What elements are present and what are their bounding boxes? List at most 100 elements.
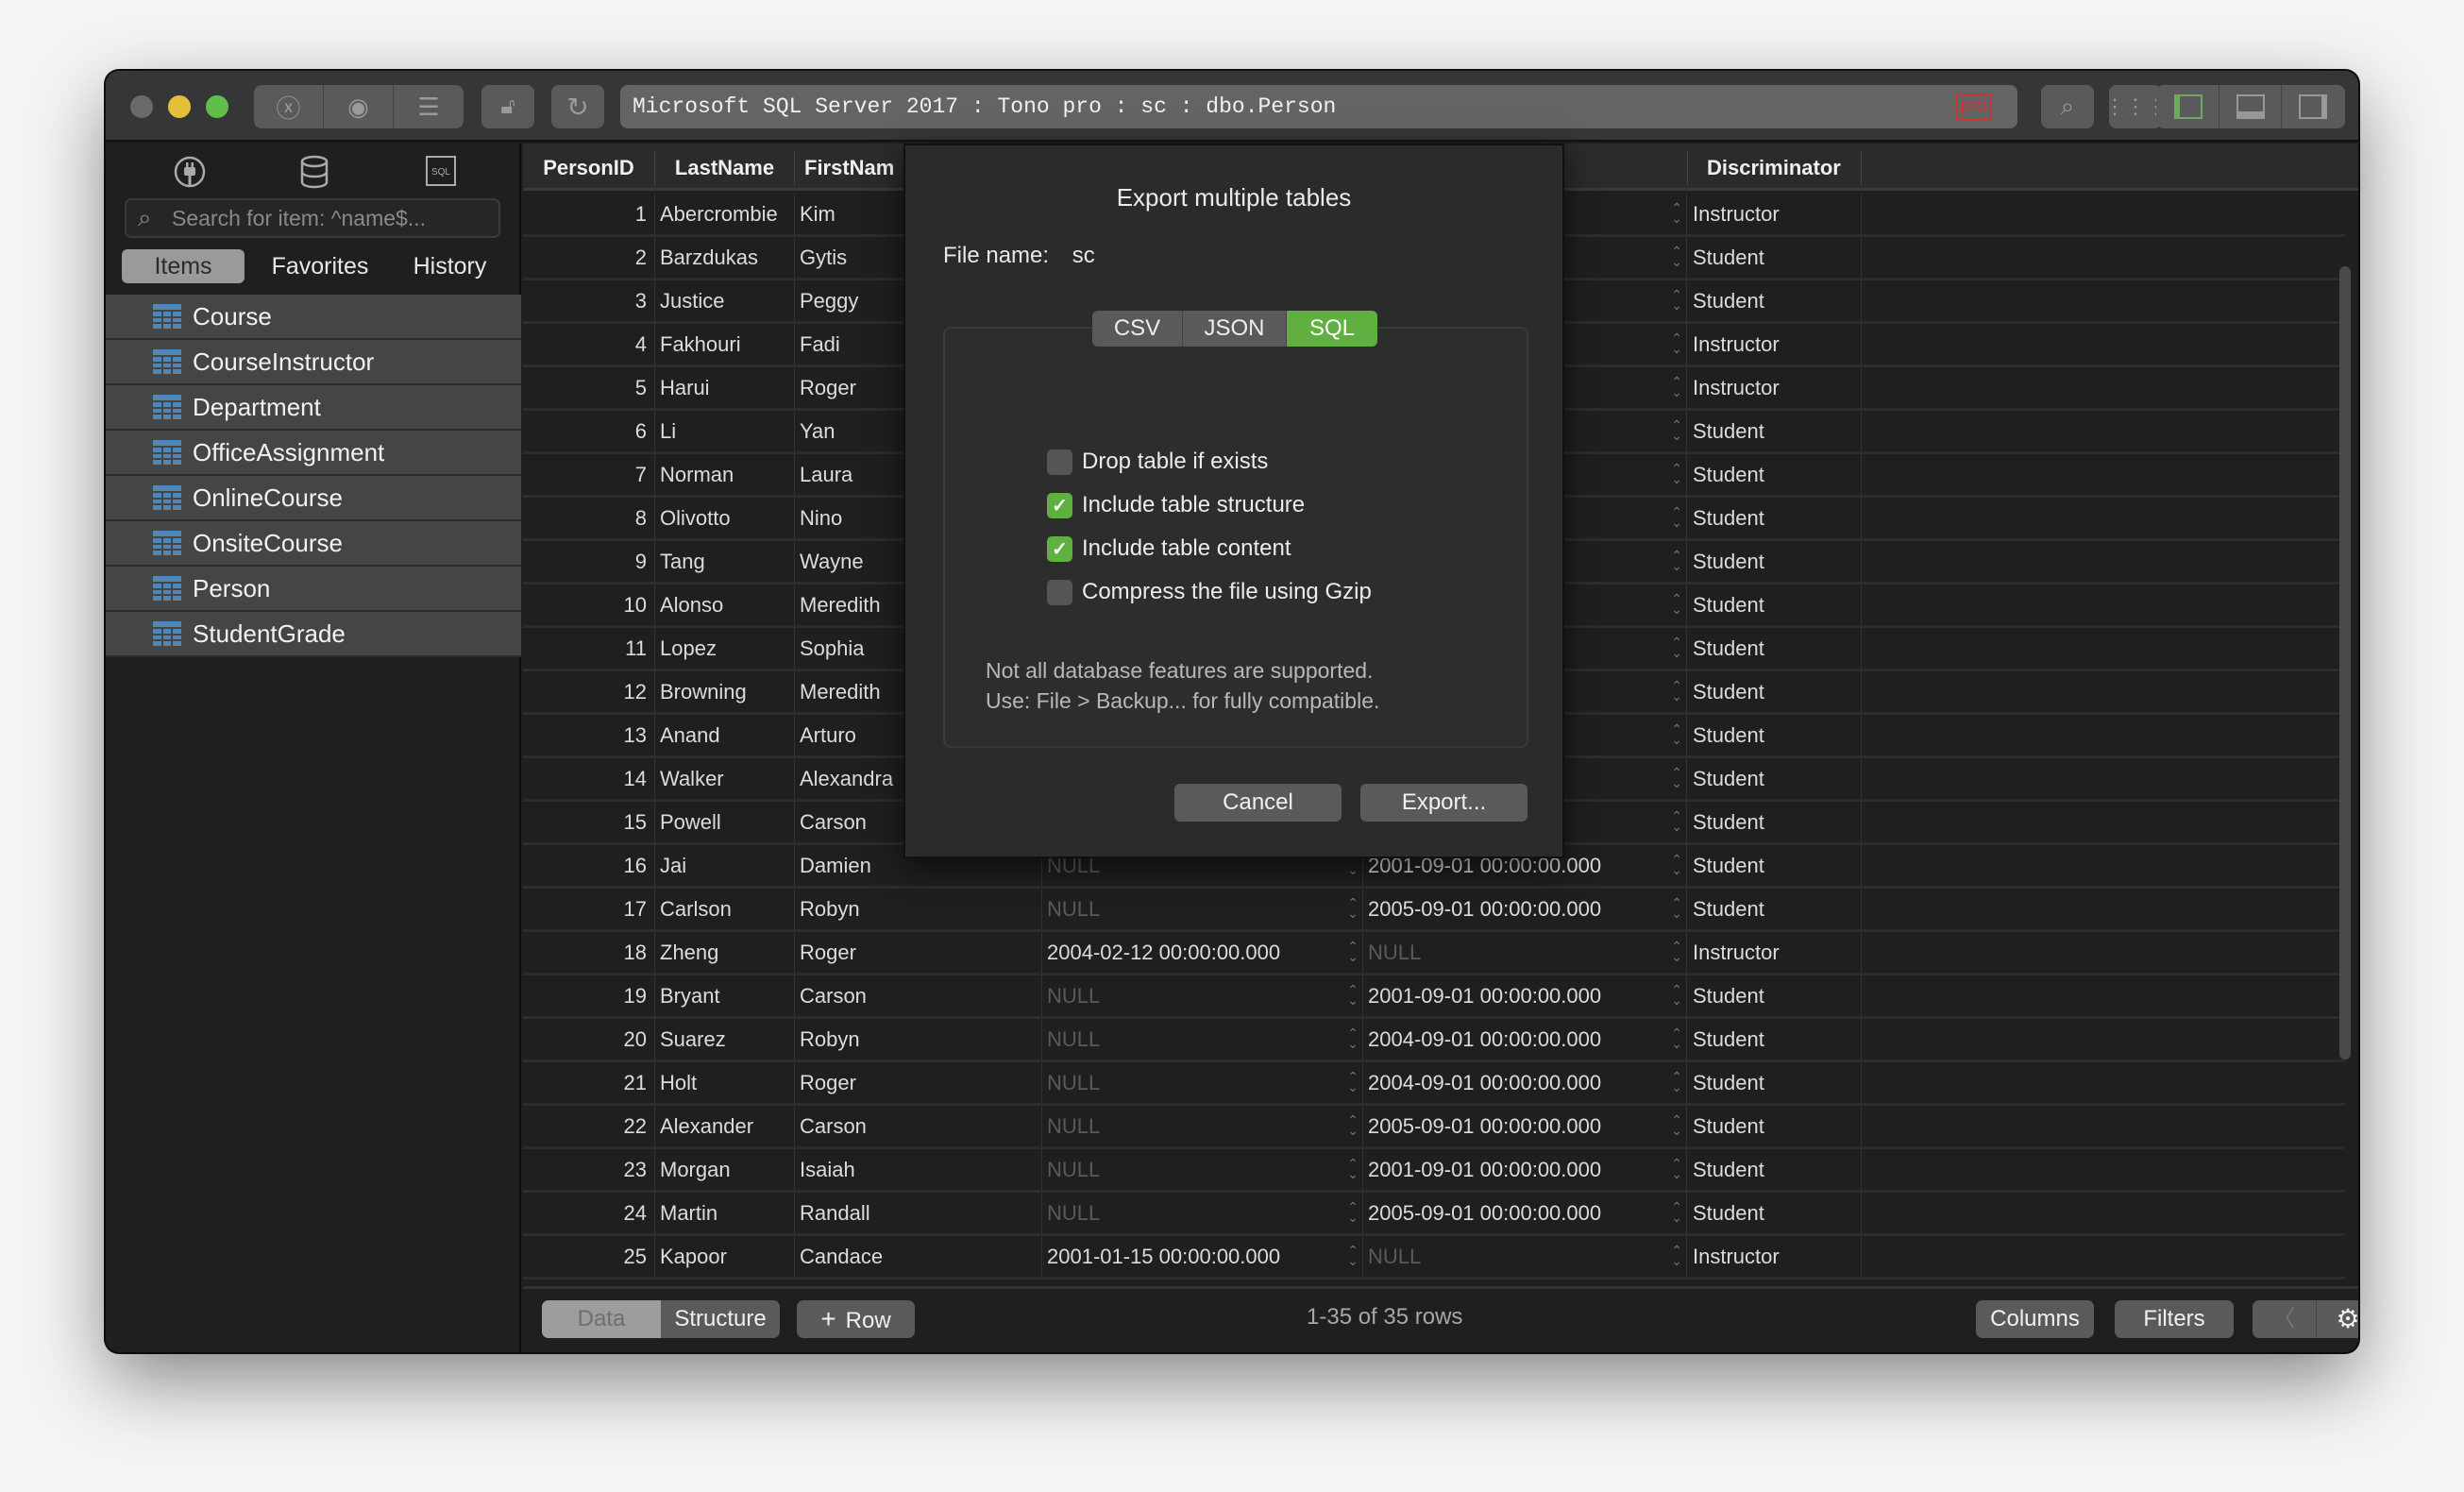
stepper-icon[interactable]: ⌃⌄ <box>1671 549 1682 572</box>
cell-disc[interactable]: Student <box>1687 1193 1862 1233</box>
cell-disc[interactable]: Student <box>1687 1106 1862 1146</box>
stepper-icon[interactable]: ⌃⌄ <box>1671 1026 1682 1050</box>
checkbox-unchecked-icon[interactable] <box>1047 449 1072 475</box>
table-row[interactable]: 25 Kapoor Candace 2001-01-15 00:00:00.000 ⌃ ⌄… <box>523 1236 2345 1280</box>
cell-last[interactable]: Holt <box>655 1062 795 1103</box>
cell-last[interactable]: Bryant <box>655 975 795 1016</box>
format-sql[interactable]: SQL <box>1287 311 1377 347</box>
vertical-scrollbar[interactable] <box>2339 266 2351 1060</box>
cell-hire[interactable]: NULL ⌃ ⌄ <box>1042 975 1363 1016</box>
stepper-icon[interactable]: ⌃⌄ <box>1671 245 1682 268</box>
cell-id[interactable]: 23 <box>523 1149 655 1190</box>
preview-button[interactable]: ◉ <box>324 85 394 128</box>
cell-first[interactable]: Isaiah <box>795 1149 1042 1190</box>
cell-enroll[interactable]: 2001-09-01 00:00:00.000 ⌃ ⌄ <box>1363 1149 1687 1190</box>
cell-disc[interactable]: Instructor <box>1687 1236 1862 1277</box>
cancel-button[interactable]: Cancel <box>1174 784 1342 822</box>
stepper-icon[interactable]: ⌃⌄ <box>1671 505 1682 529</box>
cell-last[interactable]: Harui <box>655 367 795 408</box>
column-header-discriminator[interactable]: Discriminator <box>1687 151 1862 185</box>
commit-button[interactable]: ☰ <box>394 85 464 128</box>
cell-last[interactable]: Norman <box>655 454 795 495</box>
stepper-icon[interactable]: ⌃⌄ <box>1347 1157 1359 1180</box>
cell-disc[interactable]: Student <box>1687 1149 1862 1190</box>
cell-disc[interactable]: Instructor <box>1687 194 1862 234</box>
stepper-icon[interactable]: ⌃⌄ <box>1671 288 1682 312</box>
cell-id[interactable]: 3 <box>523 280 655 321</box>
cell-last[interactable]: Zheng <box>655 932 795 973</box>
cell-last[interactable]: Alonso <box>655 585 795 625</box>
cell-id[interactable]: 16 <box>523 845 655 886</box>
cell-disc[interactable]: Instructor <box>1687 367 1862 408</box>
cell-first[interactable]: Robyn <box>795 889 1042 929</box>
cell-first[interactable]: Roger <box>795 932 1042 973</box>
cell-first[interactable]: Carson <box>795 975 1042 1016</box>
table-row[interactable]: 20 Suarez Robyn NULL ⌃ ⌄ 2004-09-01 00:00:00.0… <box>523 1019 2345 1062</box>
cell-id[interactable]: 19 <box>523 975 655 1016</box>
cell-id[interactable]: 22 <box>523 1106 655 1146</box>
close-window-button[interactable] <box>130 95 153 118</box>
cell-last[interactable]: Browning <box>655 671 795 712</box>
cell-disc[interactable]: Student <box>1687 628 1862 669</box>
cell-id[interactable]: 17 <box>523 889 655 929</box>
cell-enroll[interactable]: NULL ⌃ ⌄ <box>1363 932 1687 973</box>
stepper-icon[interactable]: ⌃⌄ <box>1671 331 1682 355</box>
cell-enroll[interactable]: 2005-09-01 00:00:00.000 ⌃ ⌄ <box>1363 1193 1687 1233</box>
checkbox-checked-icon[interactable]: ✓ <box>1047 535 1072 562</box>
column-header-lastname[interactable]: LastName <box>655 151 795 185</box>
table-row[interactable]: 21 Holt Roger NULL ⌃ ⌄ 2004-09-01 00:00:00.000… <box>523 1062 2345 1106</box>
cell-last[interactable]: Tang <box>655 541 795 582</box>
cell-id[interactable]: 2 <box>523 237 655 278</box>
add-row-button[interactable]: + Row <box>797 1300 915 1338</box>
stepper-icon[interactable]: ⌃⌄ <box>1671 679 1682 703</box>
cell-id[interactable]: 5 <box>523 367 655 408</box>
toggle-right-panel-button[interactable] <box>2282 85 2344 128</box>
cell-id[interactable]: 9 <box>523 541 655 582</box>
cell-first[interactable]: Carson <box>795 1106 1042 1146</box>
cell-disc[interactable]: Student <box>1687 889 1862 929</box>
data-tab[interactable]: Data <box>542 1300 661 1338</box>
option-checkbox-row[interactable]: Compress the file using Gzip <box>1047 578 1372 606</box>
cell-enroll[interactable]: 2005-09-01 00:00:00.000 ⌃ ⌄ <box>1363 1106 1687 1146</box>
search-button[interactable]: ⌕ <box>2041 85 2094 128</box>
cell-id[interactable]: 20 <box>523 1019 655 1060</box>
cell-last[interactable]: Abercrombie <box>655 194 795 234</box>
cell-id[interactable]: 15 <box>523 802 655 842</box>
sidebar-item-courseinstructor[interactable]: CourseInstructor <box>106 340 521 385</box>
cell-hire[interactable]: 2001-01-15 00:00:00.000 ⌃ ⌄ <box>1042 1236 1363 1277</box>
stepper-icon[interactable]: ⌃⌄ <box>1671 375 1682 398</box>
stepper-icon[interactable]: ⌃⌄ <box>1347 1200 1359 1224</box>
table-row[interactable]: 22 Alexander Carson NULL ⌃ ⌄ 2005-09-01 00:00:… <box>523 1106 2345 1149</box>
cell-last[interactable]: Alexander <box>655 1106 795 1146</box>
cell-disc[interactable]: Instructor <box>1687 932 1862 973</box>
cell-id[interactable]: 7 <box>523 454 655 495</box>
pro-badge[interactable]: pro <box>1955 93 1991 120</box>
sidebar-item-officeassignment[interactable]: OfficeAssignment <box>106 431 521 476</box>
table-row[interactable]: 24 Martin Randall NULL ⌃ ⌄ 2005-09-01 00:00:00… <box>523 1193 2345 1236</box>
stepper-icon[interactable]: ⌃⌄ <box>1671 896 1682 920</box>
table-row[interactable]: 17 Carlson Robyn NULL ⌃ ⌄ 2005-09-01 00:00:00.… <box>523 889 2345 932</box>
cell-last[interactable]: Morgan <box>655 1149 795 1190</box>
tab-history[interactable]: History <box>391 249 509 283</box>
cell-first[interactable]: Roger <box>795 1062 1042 1103</box>
stepper-icon[interactable]: ⌃⌄ <box>1671 983 1682 1007</box>
stepper-icon[interactable]: ⌃⌄ <box>1347 1026 1359 1050</box>
cell-first[interactable]: Candace <box>795 1236 1042 1277</box>
stepper-icon[interactable]: ⌃⌄ <box>1671 1070 1682 1094</box>
cell-disc[interactable]: Student <box>1687 454 1862 495</box>
cell-id[interactable]: 21 <box>523 1062 655 1103</box>
cell-id[interactable]: 25 <box>523 1236 655 1277</box>
stepper-icon[interactable]: ⌃⌄ <box>1671 201 1682 225</box>
minimize-window-button[interactable] <box>168 95 191 118</box>
pagination-settings-button[interactable]: ⚙ <box>2317 1300 2358 1338</box>
cell-enroll[interactable]: 2005-09-01 00:00:00.000 ⌃ ⌄ <box>1363 889 1687 929</box>
cell-last[interactable]: Suarez <box>655 1019 795 1060</box>
toggle-bottom-panel-button[interactable] <box>2219 85 2282 128</box>
cell-disc[interactable]: Student <box>1687 280 1862 321</box>
stepper-icon[interactable]: ⌃⌄ <box>1671 809 1682 833</box>
sql-query-icon[interactable]: SQL <box>425 155 457 192</box>
cell-enroll[interactable]: 2004-09-01 00:00:00.000 ⌃ ⌄ <box>1363 1019 1687 1060</box>
cell-last[interactable]: Carlson <box>655 889 795 929</box>
reload-button[interactable]: ↻ <box>551 85 604 128</box>
structure-tab[interactable]: Structure <box>661 1300 780 1338</box>
